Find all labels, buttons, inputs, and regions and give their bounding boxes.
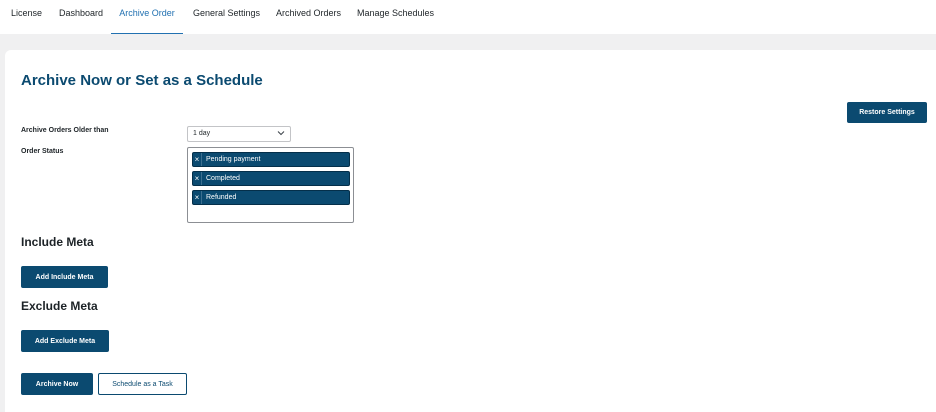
tab-general-settings[interactable]: General Settings: [193, 0, 260, 34]
status-chip-completed: × Completed: [192, 171, 350, 186]
status-chip-label: Completed: [206, 175, 240, 182]
older-than-value: 1 day: [193, 130, 211, 137]
tab-dashboard[interactable]: Dashboard: [59, 0, 103, 34]
schedule-task-button[interactable]: Schedule as a Task: [98, 373, 187, 395]
order-status-label: Order Status: [21, 148, 64, 155]
exclude-meta-title: Exclude Meta: [21, 299, 98, 313]
chevron-down-icon: [277, 131, 285, 136]
status-chip-label: Pending payment: [206, 156, 261, 163]
older-than-label: Archive Orders Older than: [21, 127, 109, 134]
status-chip-refunded: × Refunded: [192, 190, 350, 205]
content-panel: [5, 50, 936, 412]
nav-tabs: License Dashboard Archive Order General …: [0, 0, 936, 34]
tab-license[interactable]: License: [11, 0, 42, 34]
restore-settings-button[interactable]: Restore Settings: [847, 102, 927, 123]
archive-now-button[interactable]: Archive Now: [21, 373, 93, 395]
include-meta-title: Include Meta: [21, 235, 94, 249]
close-icon[interactable]: ×: [193, 153, 202, 166]
status-chip-pending-payment: × Pending payment: [192, 152, 350, 167]
add-exclude-meta-button[interactable]: Add Exclude Meta: [21, 330, 109, 352]
close-icon[interactable]: ×: [193, 191, 202, 204]
page-title: Archive Now or Set as a Schedule: [21, 72, 263, 89]
tab-manage-schedules[interactable]: Manage Schedules: [357, 0, 434, 34]
older-than-select[interactable]: 1 day: [187, 126, 291, 142]
status-chip-label: Refunded: [206, 194, 237, 201]
tab-archive-order[interactable]: Archive Order: [111, 0, 183, 34]
close-icon[interactable]: ×: [193, 172, 202, 185]
tab-archived-orders[interactable]: Archived Orders: [276, 0, 341, 34]
add-include-meta-button[interactable]: Add Include Meta: [21, 266, 108, 288]
order-status-multiselect[interactable]: × Pending payment × Completed × Refunded: [187, 147, 354, 223]
